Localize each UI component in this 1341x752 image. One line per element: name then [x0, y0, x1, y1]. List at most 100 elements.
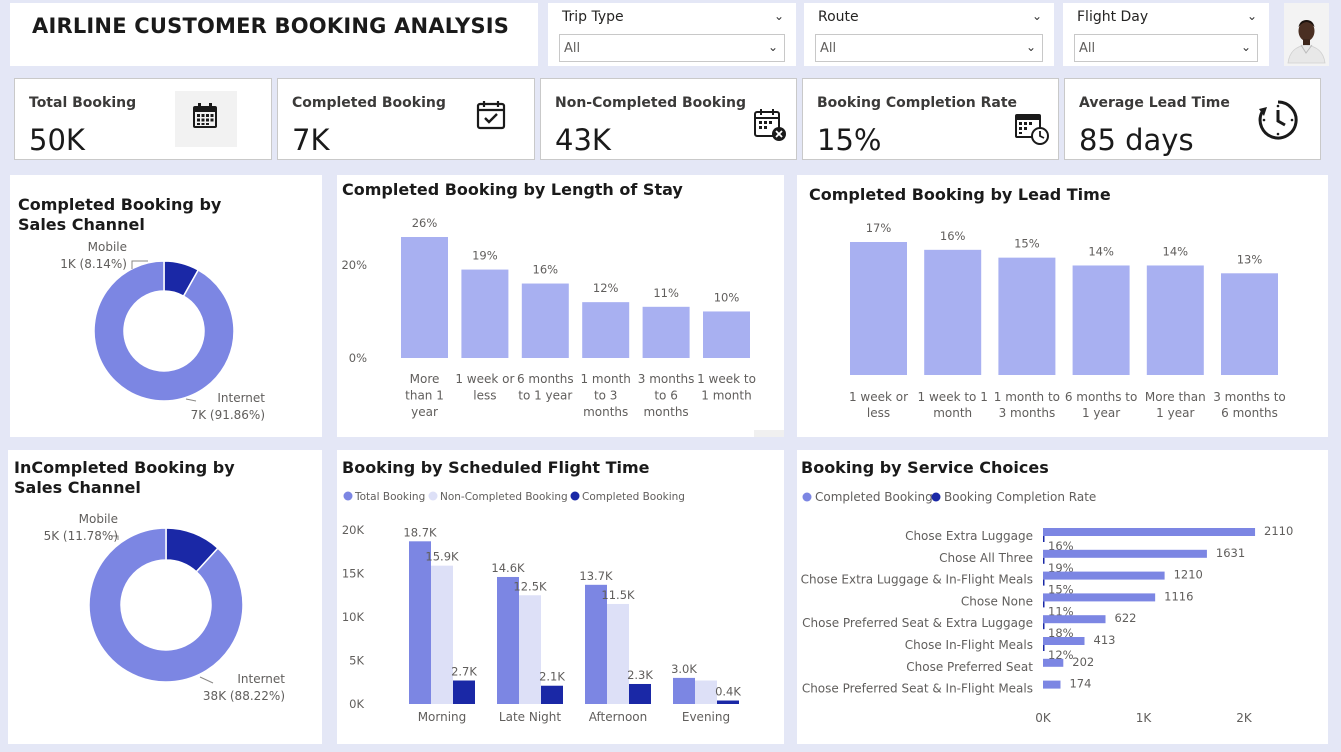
bar — [461, 269, 509, 358]
y-tick-label: Chose Preferred Seat & Extra Luggage — [802, 616, 1033, 630]
panel-service-choices: Booking by Service Choices Completed Boo… — [797, 450, 1328, 744]
bar-chart-flight-time: Total Booking Non-Completed Booking Comple… — [342, 491, 742, 724]
x-tick-label: 1 week or — [455, 372, 514, 386]
kpi-booking-completion-rate: Booking Completion Rate 15% — [802, 78, 1059, 160]
bar-completed-booking — [1043, 615, 1106, 624]
legend-marker — [802, 492, 812, 502]
x-tick-label: 1 week to 1 — [918, 390, 988, 404]
bar-total-booking — [673, 677, 695, 704]
bar-chart-length-of-stay: 0% 20% 26% More than 1 year 19% 1 week or less 16… — [341, 216, 784, 437]
data-label: 18.7K — [403, 525, 437, 539]
data-label: 14% — [1088, 244, 1114, 258]
bar-completed-booking — [453, 680, 475, 704]
calendar-clock-icon — [1015, 114, 1049, 145]
data-label: 2110 — [1264, 524, 1293, 538]
slicer-flight-day[interactable]: Flight Day ⌄ All ⌄ — [1063, 3, 1269, 66]
route-dropdown[interactable]: All ⌄ — [815, 34, 1043, 62]
avatar — [1284, 3, 1329, 66]
x-tick-label: than 1 — [405, 389, 444, 403]
avatar-card — [1284, 3, 1329, 66]
bar-non-completed-booking — [431, 565, 453, 704]
x-tick-label: to 1 year — [518, 389, 572, 403]
x-tick-label: months — [583, 405, 628, 419]
trip-type-dropdown[interactable]: All ⌄ — [559, 34, 785, 62]
x-tick-label: less — [867, 406, 890, 420]
calendar-icon — [193, 103, 217, 128]
kpi-non-completed-booking: Non-Completed Booking 43K — [540, 78, 797, 160]
donut-chart-incompleted: Mobile 5K (11.78%) Internet 38K (88.22%) — [44, 512, 286, 703]
kpi-label: Average Lead Time — [1079, 95, 1230, 111]
slice-value-label: 5K (11.78%) — [44, 529, 118, 543]
y-tick-label: Chose None — [961, 594, 1033, 608]
x-tick-label: to 3 — [594, 389, 618, 403]
slice-name-label: Internet — [217, 391, 265, 405]
bar — [924, 249, 982, 375]
x-tick-label: 1 month — [701, 389, 751, 403]
x-tick-label: 1 week or — [849, 390, 908, 404]
x-tick-label: Afternoon — [589, 710, 648, 724]
x-tick-label: 6 months — [1221, 406, 1278, 420]
x-tick-label: 1 year — [1082, 406, 1120, 420]
x-tick-label: 6 months — [517, 372, 574, 386]
chevron-down-icon[interactable]: ⌄ — [774, 9, 784, 23]
timer-icon — [1258, 100, 1298, 140]
flight-day-dropdown[interactable]: All ⌄ — [1074, 34, 1258, 62]
y-tick-label: Chose Extra Luggage — [905, 529, 1033, 543]
kpi-label: Completed Booking — [292, 95, 446, 111]
data-label: 11% — [653, 286, 679, 300]
chevron-down-icon[interactable]: ⌄ — [1032, 9, 1042, 23]
slicer-label: Flight Day — [1077, 9, 1149, 25]
leader-line — [199, 676, 214, 684]
donut-slice-internet — [93, 260, 235, 402]
kpi-value: 15% — [817, 123, 882, 157]
scrollbar — [754, 430, 784, 437]
x-tick-label: 1 month — [580, 372, 630, 386]
bar-booking-completion-rate — [1043, 601, 1045, 608]
bar-completed-booking — [1043, 637, 1085, 645]
y-tick-label: 10K — [342, 610, 365, 624]
bar — [850, 242, 907, 375]
legend-marker — [931, 492, 941, 502]
data-label: 12.5K — [513, 579, 547, 593]
kpi-value: 43K — [555, 123, 611, 157]
bar-booking-completion-rate — [1043, 579, 1045, 586]
y-tick-label: Chose All Three — [939, 551, 1033, 565]
y-tick-label: 20K — [342, 523, 365, 537]
legend-marker — [428, 491, 438, 501]
x-tick-label: 1 year — [1156, 406, 1194, 420]
slice-name-label: Mobile — [79, 512, 118, 526]
slice-value-label: 7K (91.86%) — [191, 408, 265, 422]
panel-length-of-stay: Completed Booking by Length of Stay 0% 20… — [337, 175, 784, 437]
data-label: 413 — [1094, 633, 1116, 647]
bar-completed-booking — [1043, 593, 1156, 602]
data-label: 14.6K — [491, 561, 525, 575]
donut-chart-completed: Mobile 1K (8.14%) Internet 7K (91.86%) — [60, 240, 265, 422]
data-label: 202 — [1072, 655, 1094, 669]
x-tick-label: 1K — [1136, 711, 1153, 725]
y-tick-label: Chose Preferred Seat & In-Flight Meals — [802, 682, 1033, 696]
data-label: 2.1K — [539, 670, 565, 684]
x-tick-label: month — [933, 406, 972, 420]
x-tick-label: More — [410, 372, 440, 386]
bar — [401, 237, 448, 358]
x-tick-label: 3 months — [638, 372, 695, 386]
dashboard-title-card: AIRLINE CUSTOMER BOOKING ANALYSIS — [10, 3, 538, 66]
calendar-check-icon — [476, 101, 506, 130]
dropdown-value: All — [564, 41, 581, 56]
slicer-route[interactable]: Route ⌄ All ⌄ — [804, 3, 1054, 66]
data-label: 12% — [593, 281, 619, 295]
data-label: 1210 — [1174, 568, 1203, 582]
bar-non-completed-booking — [519, 595, 541, 704]
bar-completed-booking — [1043, 528, 1256, 536]
data-label: 1116 — [1164, 589, 1193, 603]
legend-marker — [570, 491, 580, 501]
data-label: 3.0K — [671, 662, 697, 676]
slice-value-label: 1K (8.14%) — [60, 257, 127, 271]
chevron-down-icon[interactable]: ⌄ — [1247, 9, 1257, 23]
bar — [582, 302, 630, 358]
legend-label: Total Booking — [354, 491, 425, 503]
bar — [1146, 265, 1204, 375]
legend-label: Completed Booking — [582, 491, 685, 503]
slice-name-label: Mobile — [88, 240, 127, 254]
slicer-trip-type[interactable]: Trip Type ⌄ All ⌄ — [548, 3, 796, 66]
